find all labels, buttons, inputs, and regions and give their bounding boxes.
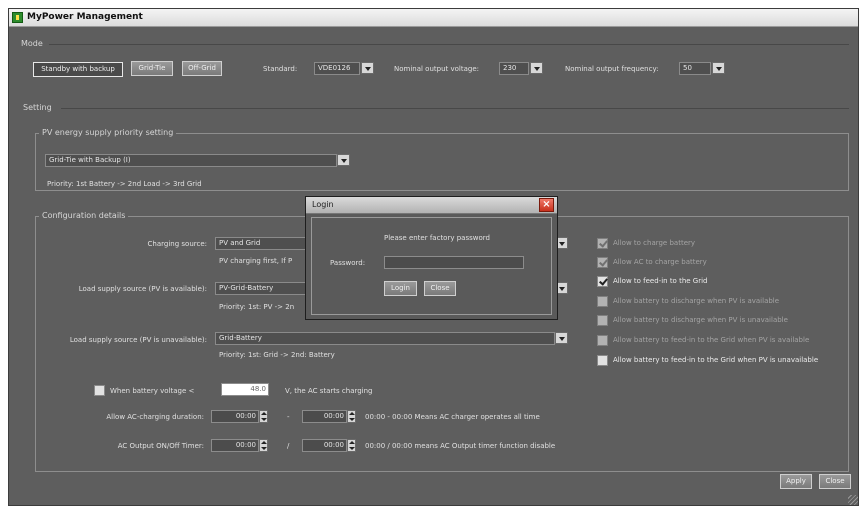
login-dialog-title-bar[interactable]: Login × xyxy=(306,197,557,214)
login-dialog-title: Login xyxy=(312,200,334,209)
ac-output-note: 00:00 / 00:00 means AC Output timer func… xyxy=(365,442,556,450)
apply-button[interactable]: Apply xyxy=(780,474,812,489)
login-prompt: Please enter factory password xyxy=(384,234,490,242)
option-feed-battery-pv-available-label: Allow battery to feed-in to the Grid whe… xyxy=(613,336,810,344)
login-dialog: Login × Please enter factory password Pa… xyxy=(305,196,558,320)
nominal-frequency-label: Nominal output frequency: xyxy=(565,65,659,73)
load-pv-available-note: Priority: 1st: PV -> 2n xyxy=(219,303,295,311)
ac-duration-from-spinner-icon[interactable] xyxy=(259,410,268,423)
charging-source-label: Charging source: xyxy=(147,240,207,248)
option-discharge-pv-available-checkbox[interactable] xyxy=(597,296,608,307)
ac-duration-to-spinner-icon[interactable] xyxy=(347,410,356,423)
battery-voltage-label: When battery voltage < xyxy=(110,387,195,395)
option-charge-battery-checkbox[interactable] xyxy=(597,238,608,249)
mode-divider xyxy=(49,44,849,45)
standard-select[interactable]: VDE0126 xyxy=(314,62,360,75)
ac-duration-dash: - xyxy=(287,413,290,421)
password-input[interactable] xyxy=(384,256,524,269)
standard-chevron-down-icon[interactable] xyxy=(361,62,374,74)
pv-priority-group-label: PV energy supply priority setting xyxy=(39,128,177,137)
ac-output-from-input[interactable]: 00:00 xyxy=(211,439,259,452)
ac-duration-label: Allow AC-charging duration: xyxy=(106,413,204,421)
option-feed-battery-pv-available-checkbox[interactable] xyxy=(597,335,608,346)
nominal-frequency-select[interactable]: 50 xyxy=(679,62,711,75)
setting-divider xyxy=(61,108,849,109)
ac-duration-from-input[interactable]: 00:00 xyxy=(211,410,259,423)
nominal-voltage-label: Nominal output voltage: xyxy=(394,65,480,73)
load-pv-unavailable-note: Priority: 1st: Grid -> 2nd: Battery xyxy=(219,351,335,359)
app-root: MyPower Management Mode Standby with bac… xyxy=(0,0,867,510)
login-dialog-body: Please enter factory password Password: … xyxy=(311,217,552,315)
load-pv-unavailable-chevron-down-icon[interactable] xyxy=(555,332,568,344)
password-label: Password: xyxy=(330,259,366,267)
nominal-frequency-chevron-down-icon[interactable] xyxy=(712,62,725,74)
pv-priority-select[interactable]: Grid-Tie with Backup (I) xyxy=(45,154,337,167)
battery-voltage-checkbox[interactable] xyxy=(94,385,105,396)
option-discharge-pv-available-label: Allow battery to discharge when PV is av… xyxy=(613,297,780,305)
battery-voltage-input[interactable]: 48.0 xyxy=(221,383,269,396)
option-feed-grid-label: Allow to feed-in to the Grid xyxy=(613,277,708,285)
dialog-close-icon[interactable]: × xyxy=(539,198,554,212)
battery-voltage-suffix: V, the AC starts charging xyxy=(285,387,373,395)
option-ac-charge-checkbox[interactable] xyxy=(597,257,608,268)
load-pv-unavailable-select[interactable]: Grid-Battery xyxy=(215,332,555,345)
option-ac-charge-label: Allow AC to charge battery xyxy=(613,258,707,266)
ac-duration-to-input[interactable]: 00:00 xyxy=(302,410,347,423)
nominal-voltage-select[interactable]: 230 xyxy=(499,62,529,75)
option-feed-battery-pv-unavailable-label: Allow battery to feed-in to the Grid whe… xyxy=(613,356,819,364)
ac-output-to-input[interactable]: 00:00 xyxy=(302,439,347,452)
ac-output-slash: / xyxy=(287,442,290,450)
mode-off-grid-button[interactable]: Off-Grid xyxy=(182,61,222,76)
ac-duration-note: 00:00 - 00:00 Means AC charger operates … xyxy=(365,413,540,421)
mode-standby-button[interactable]: Standby with backup xyxy=(33,62,123,77)
title-bar[interactable]: MyPower Management xyxy=(9,9,858,27)
pv-priority-chevron-down-icon[interactable] xyxy=(337,154,350,166)
option-feed-battery-pv-unavailable-checkbox[interactable] xyxy=(597,355,608,366)
option-feed-grid-checkbox[interactable] xyxy=(597,276,608,287)
configuration-group-label: Configuration details xyxy=(39,211,129,220)
pv-priority-text: Priority: 1st Battery -> 2nd Load -> 3rd… xyxy=(47,180,202,188)
ac-output-from-spinner-icon[interactable] xyxy=(259,439,268,452)
option-discharge-pv-unavailable-label: Allow battery to discharge when PV is un… xyxy=(613,316,788,324)
load-pv-unavailable-label: Load supply source (PV is unavailable): xyxy=(69,336,207,344)
ac-output-to-spinner-icon[interactable] xyxy=(347,439,356,452)
login-button[interactable]: Login xyxy=(384,281,417,296)
resize-grip-icon[interactable] xyxy=(848,495,858,505)
setting-section-label: Setting xyxy=(23,103,52,112)
standard-label: Standard: xyxy=(263,65,298,73)
charging-source-note: PV charging first, If P xyxy=(219,257,293,265)
ac-output-label: AC Output ON/Off Timer: xyxy=(117,442,204,450)
window-title: MyPower Management xyxy=(27,12,143,22)
option-discharge-pv-unavailable-checkbox[interactable] xyxy=(597,315,608,326)
load-pv-available-label: Load supply source (PV is available): xyxy=(78,285,207,293)
close-button[interactable]: Close xyxy=(819,474,851,489)
option-charge-battery-label: Allow to charge battery xyxy=(613,239,696,247)
nominal-voltage-chevron-down-icon[interactable] xyxy=(530,62,543,74)
mode-section-label: Mode xyxy=(21,39,43,48)
mode-grid-tie-button[interactable]: Grid-Tie xyxy=(131,61,173,76)
app-logo-icon xyxy=(12,12,23,23)
login-cancel-button[interactable]: Close xyxy=(424,281,456,296)
